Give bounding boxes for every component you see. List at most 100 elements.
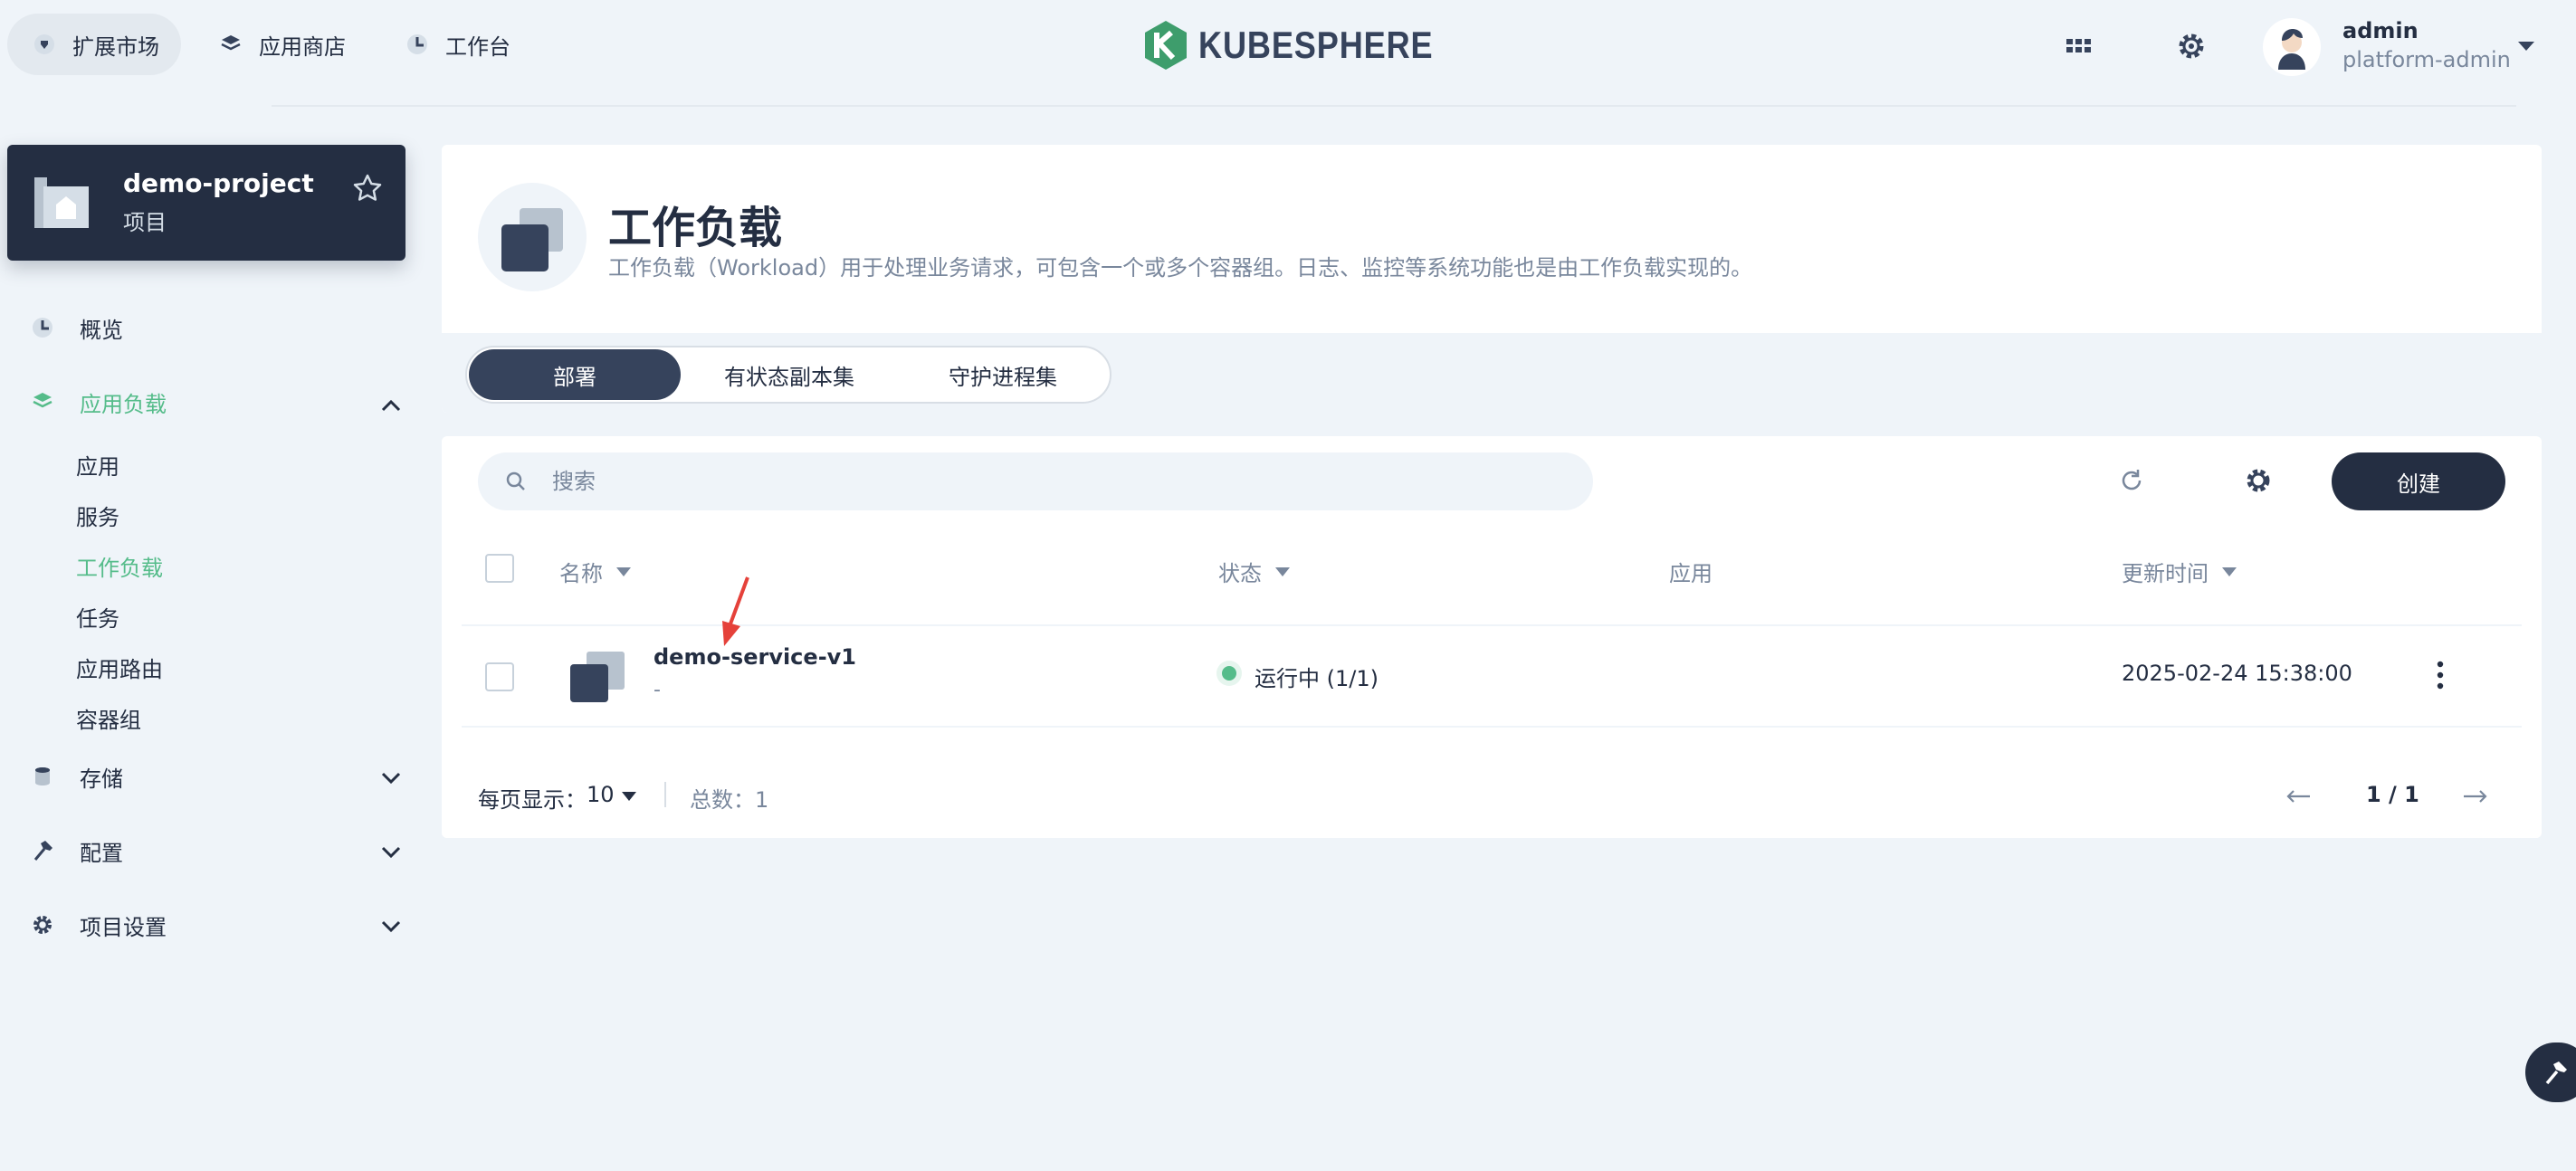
tab-deployments[interactable]: 部署 xyxy=(469,349,681,400)
sidebar-sub-services[interactable]: 服务 xyxy=(76,500,119,531)
topnav-workbench[interactable]: 工作台 xyxy=(380,14,532,75)
topnav-app-store[interactable]: 应用商店 xyxy=(194,14,367,75)
workload-header-icon xyxy=(478,183,587,291)
app-workloads-icon xyxy=(33,393,52,408)
sidebar-item-overview[interactable]: 概览 xyxy=(31,309,123,346)
kubesphere-logo-icon xyxy=(1145,21,1187,70)
star-icon[interactable] xyxy=(351,172,384,205)
tab-statefulsets[interactable]: 有状态副本集 xyxy=(681,349,898,400)
project-icon xyxy=(34,177,89,228)
floating-toolbox-button[interactable] xyxy=(2525,1042,2576,1102)
total-count: 总数：1 xyxy=(690,787,769,813)
project-card[interactable]: demo-project 项目 xyxy=(7,145,405,261)
page-indicator: 1 / 1 xyxy=(2366,782,2419,807)
table-header: 名称 状态 应用 更新时间 xyxy=(442,530,2542,606)
search-input[interactable] xyxy=(552,452,1548,510)
page-size-select[interactable]: 10 xyxy=(587,782,615,807)
workload-name-link[interactable]: demo-service-v1 xyxy=(654,644,856,670)
column-status[interactable]: 状态 xyxy=(1218,556,1291,587)
chevron-down-icon[interactable] xyxy=(380,919,402,934)
hammer-icon xyxy=(33,841,52,861)
project-type: 项目 xyxy=(123,210,167,235)
topnav-label: 扩展市场 xyxy=(72,33,159,60)
annotation-arrow-icon xyxy=(722,576,749,646)
user-name[interactable]: admin xyxy=(2342,18,2419,43)
sidebar-sub-pods[interactable]: 容器组 xyxy=(76,702,141,734)
page-header: 工作负载 工作负载（Workload）用于处理业务请求，可包含一个或多个容器组。… xyxy=(442,145,2542,413)
user-avatar-icon xyxy=(2278,29,2305,70)
topnav-label: 应用商店 xyxy=(259,33,346,60)
hammer-icon xyxy=(2545,1062,2567,1085)
arrow-left-icon[interactable] xyxy=(2285,787,2312,805)
chevron-down-icon[interactable] xyxy=(621,791,637,802)
sidebar-sub-workloads[interactable]: 工作负载 xyxy=(76,550,163,582)
chevron-up-icon[interactable] xyxy=(380,398,402,413)
user-avatar[interactable] xyxy=(2263,18,2321,76)
column-name-label: 名称 xyxy=(559,561,603,586)
workload-table-card: 创建 名称 状态 应用 更新时间 demo-service-v1 - 运行中 (… xyxy=(442,436,2542,838)
sidebar-item-label: 概览 xyxy=(80,317,123,343)
search-bar[interactable] xyxy=(478,452,1593,510)
extension-market-icon xyxy=(34,34,54,54)
column-app-label: 应用 xyxy=(1669,561,1713,586)
select-all-checkbox[interactable] xyxy=(485,554,514,583)
column-updated[interactable]: 更新时间 xyxy=(2122,556,2237,587)
chevron-down-icon[interactable] xyxy=(380,771,402,785)
logo-text: KUBESPHERE xyxy=(1198,24,1434,66)
sidebar-item-label: 存储 xyxy=(80,766,123,792)
column-status-label: 状态 xyxy=(1218,561,1262,586)
workload-subtitle: - xyxy=(654,679,661,701)
sidebar-item-storage[interactable]: 存储 xyxy=(31,758,123,795)
user-role: platform-admin xyxy=(2342,47,2511,72)
topnav-extension-market[interactable]: 扩展市场 xyxy=(7,14,181,75)
column-name[interactable]: 名称 xyxy=(559,556,632,587)
sidebar-sub-ingresses[interactable]: 应用路由 xyxy=(76,652,163,683)
column-updated-label: 更新时间 xyxy=(2122,561,2209,586)
page-description: 工作负载（Workload）用于处理业务请求，可包含一个或多个容器组。日志、监控… xyxy=(608,255,1753,281)
app-grid-icon[interactable] xyxy=(2064,31,2094,62)
overview-icon xyxy=(33,318,52,338)
sort-caret-icon xyxy=(616,566,631,576)
page-size-label: 每页显示： xyxy=(478,787,587,813)
footer-divider xyxy=(664,782,666,807)
top-bar: 扩展市场 应用商店 工作台 KUBESPHERE admin platform-… xyxy=(0,0,2576,92)
tab-daemonsets[interactable]: 守护进程集 xyxy=(898,349,1108,400)
project-name: demo-project xyxy=(123,168,314,198)
sidebar-item-label: 应用负载 xyxy=(80,391,167,417)
sort-caret-icon xyxy=(2222,566,2237,576)
row-divider xyxy=(462,624,2522,626)
page-title: 工作负载 xyxy=(608,203,783,253)
topnav-label: 工作台 xyxy=(445,33,510,60)
storage-icon xyxy=(35,767,50,785)
top-nav: 扩展市场 应用商店 工作台 xyxy=(7,13,532,76)
row-checkbox[interactable] xyxy=(485,662,514,691)
status-text: 运行中 (1/1) xyxy=(1255,666,1379,691)
row-divider xyxy=(462,726,2522,728)
updated-time: 2025-02-24 15:38:00 xyxy=(2122,661,2352,686)
settings-gear-icon[interactable] xyxy=(2174,29,2209,63)
deployment-icon xyxy=(570,652,625,702)
search-icon xyxy=(506,471,525,490)
more-actions-icon[interactable] xyxy=(2435,659,2446,691)
app-store-icon xyxy=(221,35,241,51)
status-running-dot xyxy=(1222,666,1236,681)
sidebar-sub-apps[interactable]: 应用 xyxy=(76,449,119,481)
refresh-icon[interactable] xyxy=(2118,467,2145,494)
column-app: 应用 xyxy=(1669,556,1713,587)
arrow-right-icon[interactable] xyxy=(2462,787,2489,805)
chevron-down-icon[interactable] xyxy=(380,845,402,860)
workbench-icon xyxy=(407,34,427,54)
sidebar-item-config[interactable]: 配置 xyxy=(31,833,123,869)
sidebar-item-label: 项目设置 xyxy=(80,914,167,940)
chevron-down-icon[interactable] xyxy=(2516,40,2536,52)
kubesphere-logo[interactable]: KUBESPHERE xyxy=(1142,18,1472,72)
sidebar-sub-jobs[interactable]: 任务 xyxy=(76,601,119,633)
top-divider xyxy=(272,105,2516,107)
create-button[interactable]: 创建 xyxy=(2332,452,2505,510)
sidebar-item-project-settings[interactable]: 项目设置 xyxy=(31,907,167,943)
gear-icon xyxy=(33,916,52,934)
filter-caret-icon xyxy=(1275,566,1290,576)
workload-tabs: 部署 有状态副本集 守护进程集 xyxy=(465,346,1111,404)
sidebar-item-app-workloads[interactable]: 应用负载 xyxy=(31,384,167,420)
table-settings-gear-icon[interactable] xyxy=(2243,465,2274,496)
